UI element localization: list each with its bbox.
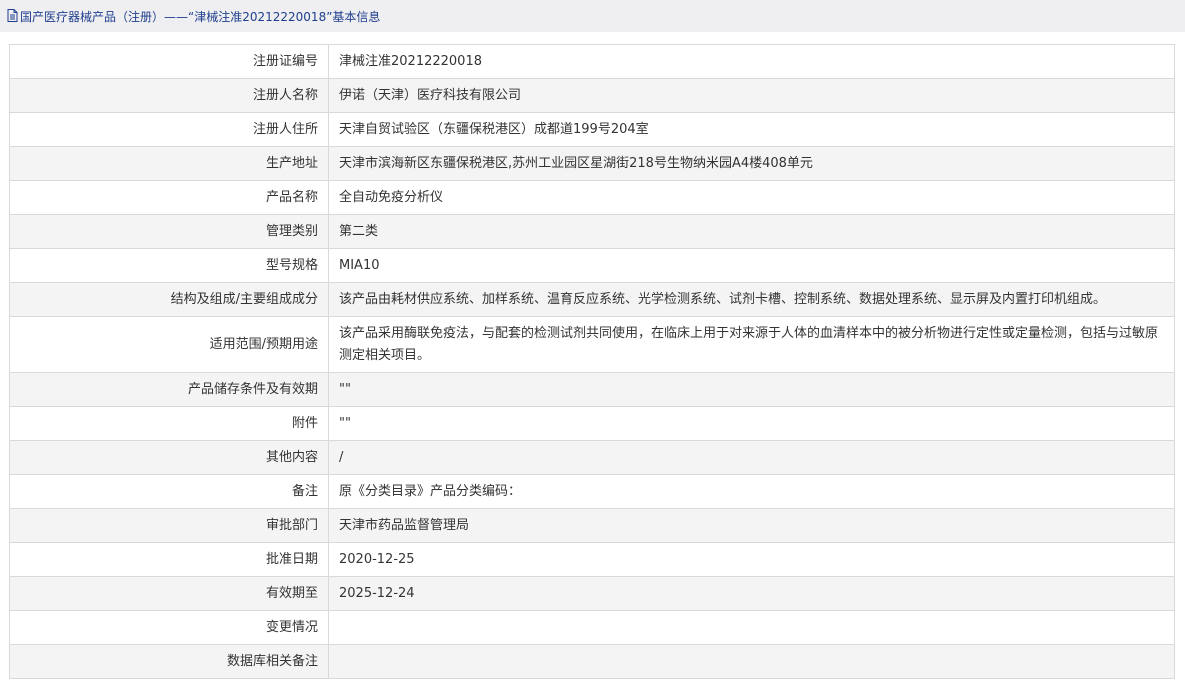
- row-value: [328, 644, 1175, 679]
- row-label: 产品储存条件及有效期: [9, 372, 329, 407]
- row-value: 原《分类目录》产品分类编码：: [328, 474, 1175, 509]
- row-label: 注册证编号: [9, 44, 329, 79]
- row-label: 产品名称: [9, 180, 329, 215]
- table-row: 注册人名称 伊诺（天津）医疗科技有限公司: [9, 78, 1175, 113]
- row-label: 型号规格: [9, 248, 329, 283]
- document-icon: [7, 9, 19, 23]
- table-row: 结构及组成/主要组成成分 该产品由耗材供应系统、加样系统、温育反应系统、光学检测系…: [9, 282, 1175, 317]
- page-header: 国产医疗器械产品（注册）——“津械注准20212220018”基本信息: [0, 0, 1185, 32]
- row-label: 注册人住所: [9, 112, 329, 147]
- row-value: 2020-12-25: [328, 542, 1175, 577]
- table-row: 管理类别 第二类: [9, 214, 1175, 249]
- row-value: [328, 610, 1175, 645]
- row-label: 注册人名称: [9, 78, 329, 113]
- row-value: 该产品采用酶联免疫法，与配套的检测试剂共同使用，在临床上用于对来源于人体的血清样…: [328, 316, 1175, 373]
- page-title: 国产医疗器械产品（注册）——“津械注准20212220018”基本信息: [20, 9, 381, 24]
- row-label: 生产地址: [9, 146, 329, 181]
- table-row: 型号规格 MIA10: [9, 248, 1175, 283]
- row-value: 该产品由耗材供应系统、加样系统、温育反应系统、光学检测系统、试剂卡槽、控制系统、…: [328, 282, 1175, 317]
- row-value: 全自动免疫分析仪: [328, 180, 1175, 215]
- row-label: 变更情况: [9, 610, 329, 645]
- table-row: 数据库相关备注: [9, 644, 1175, 679]
- row-value: "": [328, 372, 1175, 407]
- row-label: 备注: [9, 474, 329, 509]
- table-row: 批准日期 2020-12-25: [9, 542, 1175, 577]
- row-value: 伊诺（天津）医疗科技有限公司: [328, 78, 1175, 113]
- row-value: /: [328, 440, 1175, 475]
- row-label: 有效期至: [9, 576, 329, 611]
- table-row: 审批部门 天津市药品监督管理局: [9, 508, 1175, 543]
- row-label: 批准日期: [9, 542, 329, 577]
- table-row: 变更情况: [9, 610, 1175, 645]
- row-label: 适用范围/预期用途: [9, 316, 329, 373]
- info-table-container: 注册证编号 津械注准20212220018 注册人名称 伊诺（天津）医疗科技有限公司注…: [9, 44, 1175, 679]
- row-value: 津械注准20212220018: [328, 44, 1175, 79]
- row-label: 审批部门: [9, 508, 329, 543]
- table-row: 有效期至 2025-12-24: [9, 576, 1175, 611]
- row-value: 天津自贸试验区（东疆保税港区）成都道199号204室: [328, 112, 1175, 147]
- table-row: 生产地址 天津市滨海新区东疆保税港区,苏州工业园区星湖街218号生物纳米园A4楼4…: [9, 146, 1175, 181]
- table-row: 备注 原《分类目录》产品分类编码：: [9, 474, 1175, 509]
- row-label: 管理类别: [9, 214, 329, 249]
- row-value: 天津市药品监督管理局: [328, 508, 1175, 543]
- row-value: 2025-12-24: [328, 576, 1175, 611]
- row-label: 附件: [9, 406, 329, 441]
- table-row: 其他内容 /: [9, 440, 1175, 475]
- row-value: 第二类: [328, 214, 1175, 249]
- table-row: 适用范围/预期用途 该产品采用酶联免疫法，与配套的检测试剂共同使用，在临床上用于对…: [9, 316, 1175, 373]
- row-label: 其他内容: [9, 440, 329, 475]
- table-row: 注册人住所 天津自贸试验区（东疆保税港区）成都道199号204室: [9, 112, 1175, 147]
- info-table: 注册证编号 津械注准20212220018 注册人名称 伊诺（天津）医疗科技有限公司注…: [9, 44, 1175, 679]
- row-value: MIA10: [328, 248, 1175, 283]
- table-row: 产品储存条件及有效期 "": [9, 372, 1175, 407]
- table-row: 附件 "": [9, 406, 1175, 441]
- row-value: 天津市滨海新区东疆保税港区,苏州工业园区星湖街218号生物纳米园A4楼408单元: [328, 146, 1175, 181]
- row-label: 数据库相关备注: [9, 644, 329, 679]
- row-label: 结构及组成/主要组成成分: [9, 282, 329, 317]
- table-row: 产品名称 全自动免疫分析仪: [9, 180, 1175, 215]
- table-row: 注册证编号 津械注准20212220018: [9, 44, 1175, 79]
- row-value: "": [328, 406, 1175, 441]
